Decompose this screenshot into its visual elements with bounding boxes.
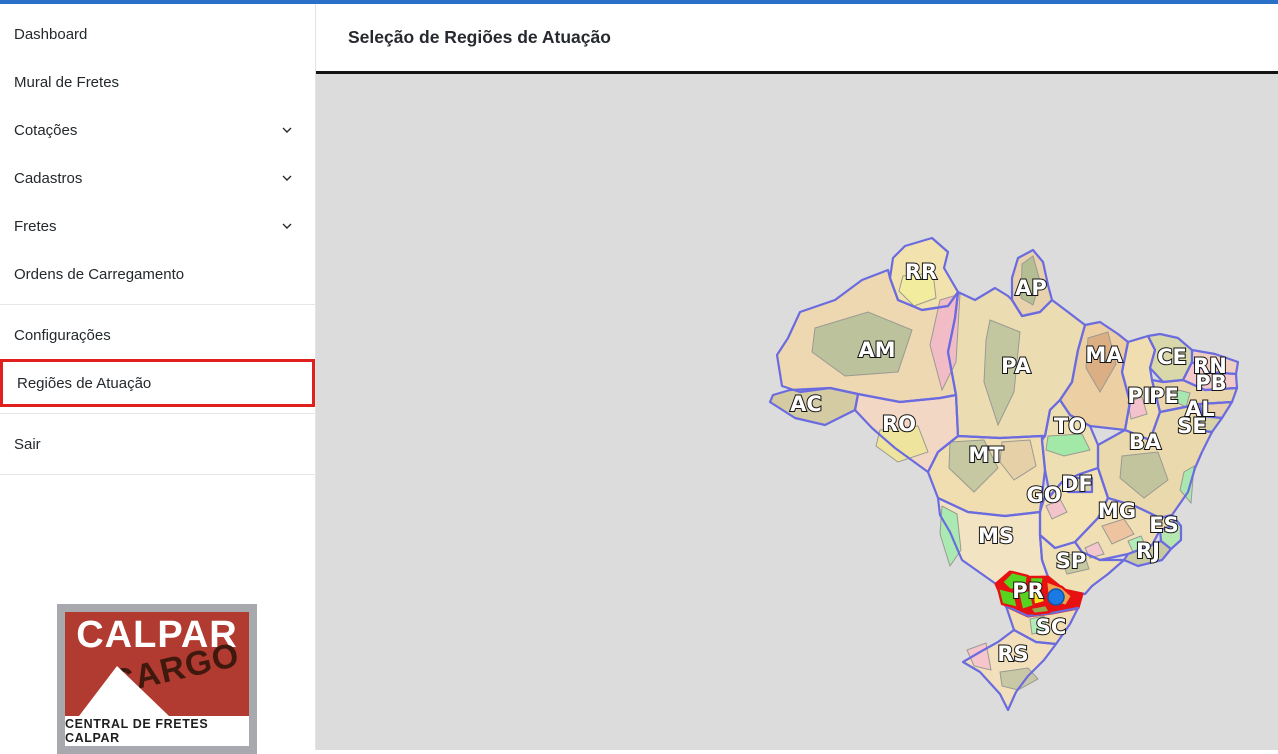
sidebar-item-label: Regiões de Atuação	[17, 375, 151, 392]
state-label-ba: BA	[1129, 430, 1162, 454]
state-label-pb: PB	[1195, 371, 1226, 395]
state-label-ap: AP	[1015, 276, 1047, 300]
location-marker	[1048, 589, 1064, 605]
state-label-ma: MA	[1085, 343, 1123, 367]
state-label-rj: RJ	[1136, 539, 1160, 563]
state-label-mg: MG	[1098, 499, 1136, 523]
sidebar-item-label: Sair	[14, 436, 41, 453]
state-label-sc: SC	[1036, 615, 1067, 639]
state-label-pa: PA	[1001, 354, 1031, 378]
state-label-rs: RS	[997, 642, 1028, 666]
calpar-logo-emblem: CALPAR CARGO	[65, 612, 249, 716]
sidebar-item-label: Cadastros	[14, 170, 82, 187]
sidebar-item-configuracoes[interactable]: Configurações	[0, 311, 315, 359]
sidebar-nav: Dashboard Mural de Fretes Cotações Cadastro…	[0, 4, 315, 475]
sidebar-item-label: Cotações	[14, 122, 77, 139]
state-label-df: DF	[1061, 472, 1093, 496]
sidebar-item-label: Ordens de Carregamento	[14, 266, 184, 283]
state-label-es: ES	[1149, 513, 1178, 537]
sidebar: Dashboard Mural de Fretes Cotações Cadastro…	[0, 4, 316, 750]
map-content-area: RRAPAMPAMAPICERNPBPEALSEBAACROMTTOGODFMG…	[316, 74, 1278, 750]
sidebar-item-dashboard[interactable]: Dashboard	[0, 10, 315, 58]
state-label-pe: PE	[1149, 384, 1179, 408]
sidebar-item-mural-de-fretes[interactable]: Mural de Fretes	[0, 58, 315, 106]
state-label-se: SE	[1177, 414, 1206, 438]
state-label-ms: MS	[978, 524, 1014, 548]
logo-mountain-shape	[79, 666, 169, 716]
state-label-am: AM	[858, 338, 895, 362]
sidebar-item-label: Fretes	[14, 218, 57, 235]
calpar-logo: CALPAR CARGO CENTRAL DE FRETES CALPAR	[57, 604, 257, 754]
selected-region[interactable]	[1030, 605, 1050, 614]
logo-caption: CENTRAL DE FRETES CALPAR	[65, 716, 249, 746]
page-title: Seleção de Regiões de Atuação	[348, 27, 611, 48]
chevron-down-icon	[279, 218, 295, 234]
sidebar-item-sair[interactable]: Sair	[0, 420, 315, 468]
state-label-mt: MT	[968, 443, 1004, 467]
state-label-ac: AC	[790, 392, 822, 416]
sidebar-item-cadastros[interactable]: Cadastros	[0, 154, 315, 202]
sidebar-item-label: Mural de Fretes	[14, 74, 119, 91]
state-label-go: GO	[1026, 483, 1061, 507]
sidebar-divider	[0, 474, 315, 475]
state-label-sp: SP	[1056, 549, 1087, 573]
sidebar-item-label: Dashboard	[14, 26, 87, 43]
sidebar-item-cotacoes[interactable]: Cotações	[0, 106, 315, 154]
state-label-rr: RR	[905, 260, 937, 284]
page-header: Seleção de Regiões de Atuação	[316, 4, 1278, 74]
sidebar-item-label: Configurações	[14, 327, 111, 344]
chevron-down-icon	[279, 170, 295, 186]
brazil-regions-map: RRAPAMPAMAPICERNPBPEALSEBAACROMTTOGODFMG…	[316, 74, 1278, 750]
chevron-down-icon	[279, 122, 295, 138]
sidebar-item-ordens-de-carregamento[interactable]: Ordens de Carregamento	[0, 250, 315, 298]
sidebar-item-regioes-de-atuacao[interactable]: Regiões de Atuação	[0, 359, 315, 407]
state-label-ro: RO	[882, 412, 916, 436]
sidebar-item-fretes[interactable]: Fretes	[0, 202, 315, 250]
state-label-ce: CE	[1157, 345, 1187, 369]
state-label-pr: PR	[1012, 579, 1044, 603]
state-label-to: TO	[1054, 414, 1086, 438]
state-label-pi: PI	[1127, 384, 1150, 408]
